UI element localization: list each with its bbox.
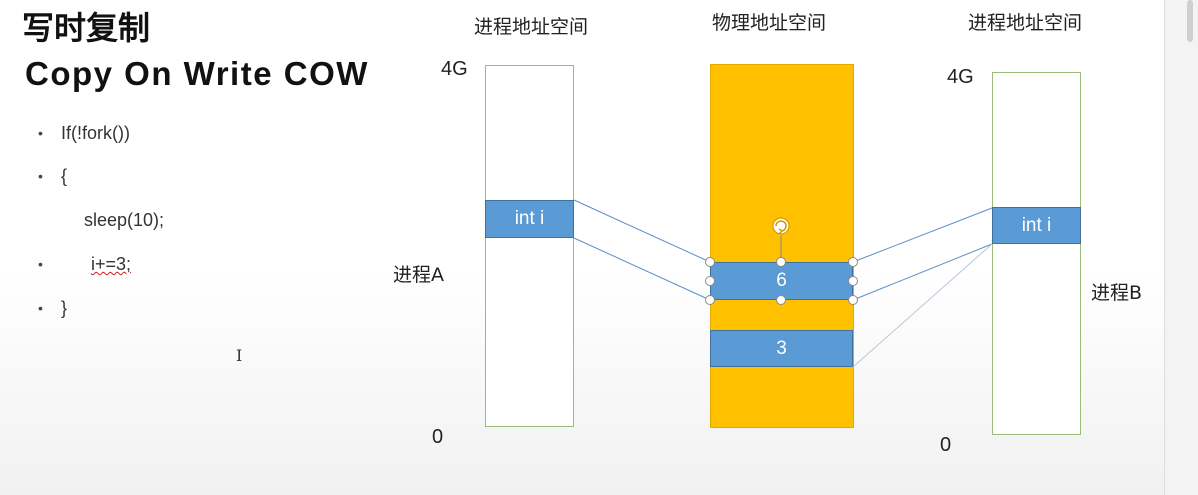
mapping-overlay bbox=[573, 199, 993, 368]
vertical-scrollbar[interactable] bbox=[1164, 0, 1198, 495]
rotate-handle-icon[interactable] bbox=[772, 217, 790, 235]
mapping-line-b-old-bottom bbox=[852, 243, 993, 301]
mapping-line-b-copy bbox=[852, 243, 993, 368]
mapping-line-b-old-top bbox=[852, 207, 993, 263]
mapping-line-a-bottom bbox=[573, 237, 711, 301]
scrollbar-thumb[interactable] bbox=[1187, 0, 1193, 42]
mapping-line-a-top bbox=[573, 199, 711, 263]
selection-handles[interactable] bbox=[705, 257, 858, 305]
